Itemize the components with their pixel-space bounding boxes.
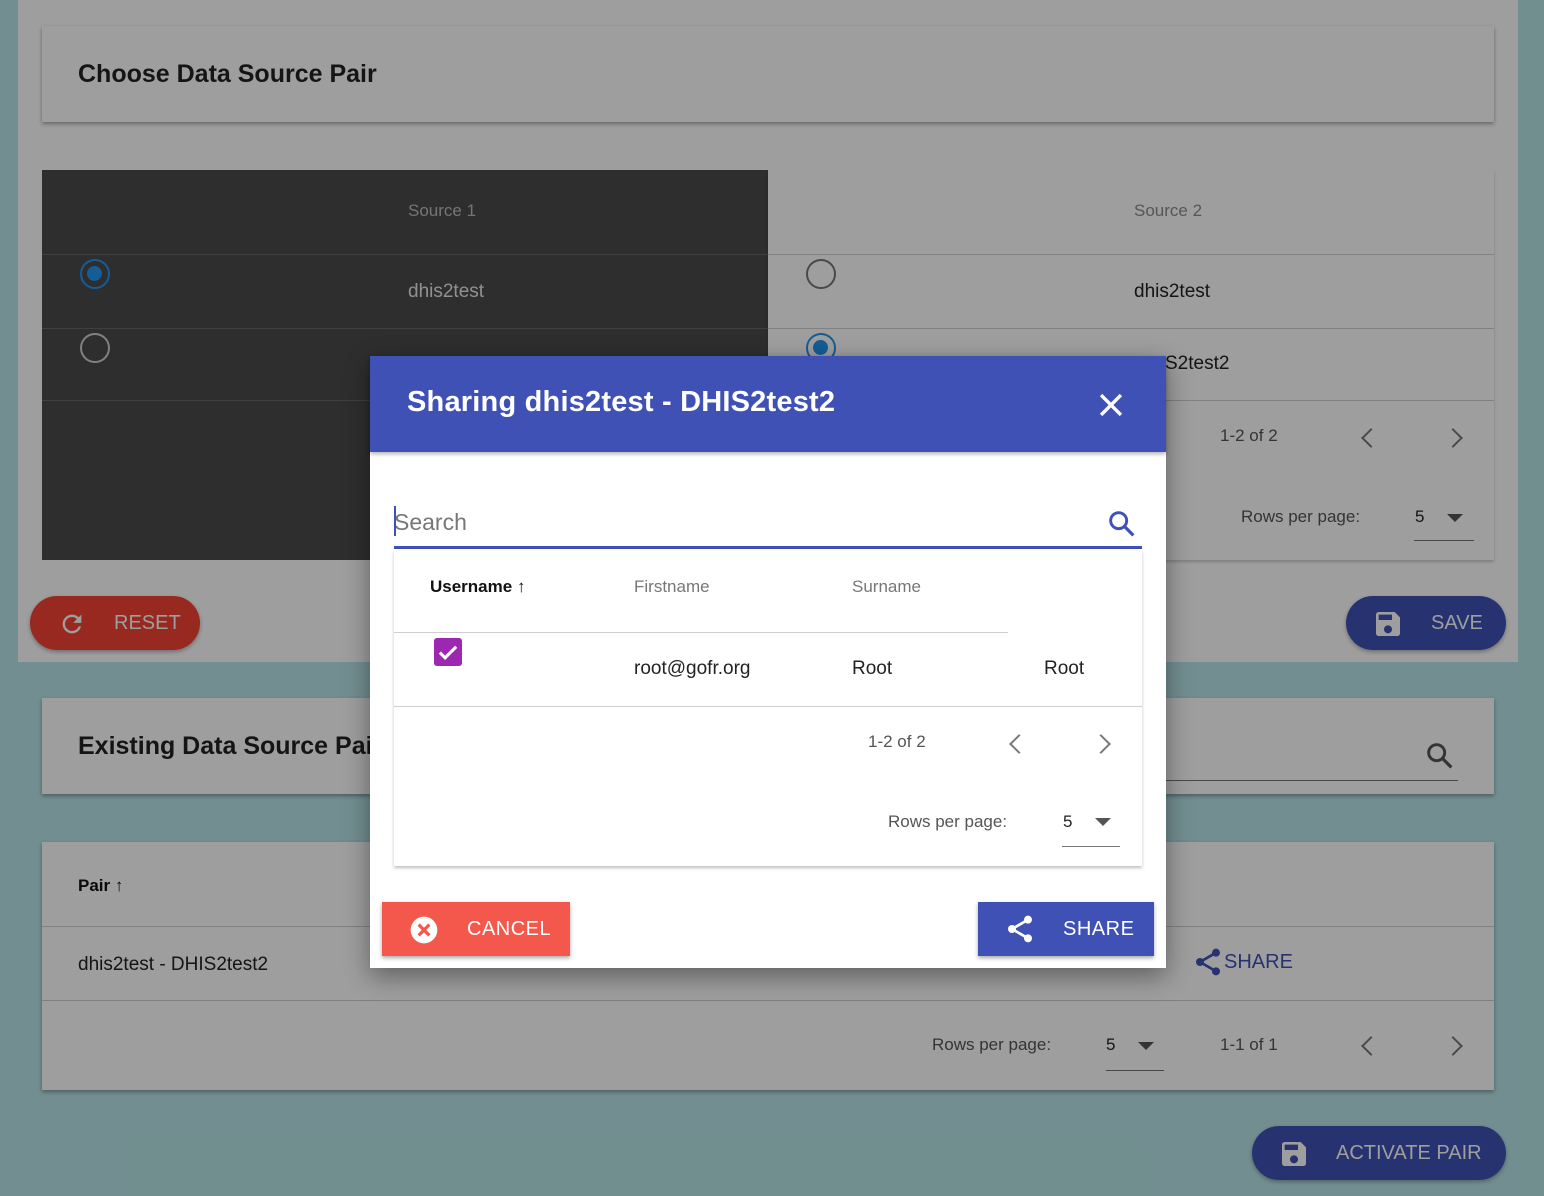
rows-per-page-value[interactable]: 5 xyxy=(1063,812,1072,832)
select-underline xyxy=(1062,846,1120,847)
user-surname: Root xyxy=(1044,658,1085,679)
chevron-down-icon[interactable] xyxy=(1095,818,1111,826)
divider xyxy=(394,632,1008,633)
surname-column-header[interactable]: Surname xyxy=(852,577,921,597)
search-input[interactable] xyxy=(394,504,1094,540)
user-firstname: Root xyxy=(852,658,893,679)
search-field xyxy=(394,496,1142,550)
users-pagination-range: 1-2 of 2 xyxy=(868,732,926,751)
share-button[interactable]: SHARE xyxy=(978,902,1154,956)
user-row-checkbox[interactable] xyxy=(434,638,462,666)
firstname-column-header[interactable]: Firstname xyxy=(634,577,710,597)
share-label: SHARE xyxy=(1063,918,1135,940)
check-icon xyxy=(438,645,458,660)
cancel-icon xyxy=(410,916,438,944)
search-icon[interactable] xyxy=(1106,508,1138,540)
divider xyxy=(394,706,1142,707)
rows-per-page-label: Rows per page: xyxy=(888,812,1008,831)
cancel-button[interactable]: CANCEL xyxy=(382,902,570,956)
user-username: root@gofr.org xyxy=(634,658,751,679)
username-column-header[interactable]: Username ↑ xyxy=(430,577,525,597)
search-underline xyxy=(394,546,1142,549)
users-table: Username ↑ Firstname Surname root@gofr.o… xyxy=(394,550,1142,866)
dialog-title: Sharing dhis2test - DHIS2test2 xyxy=(407,386,836,418)
cancel-label: CANCEL xyxy=(467,918,552,940)
share-dialog: Sharing dhis2test - DHIS2test2 Username … xyxy=(370,356,1166,968)
chevron-right-icon[interactable] xyxy=(1091,734,1111,754)
dialog-header: Sharing dhis2test - DHIS2test2 xyxy=(370,356,1166,452)
chevron-left-icon[interactable] xyxy=(1009,734,1029,754)
arrow-up-icon: ↑ xyxy=(516,577,526,596)
close-icon[interactable] xyxy=(1094,388,1128,422)
text-cursor xyxy=(394,506,396,536)
share-icon xyxy=(1008,915,1032,943)
username-header-label: Username xyxy=(430,577,513,596)
